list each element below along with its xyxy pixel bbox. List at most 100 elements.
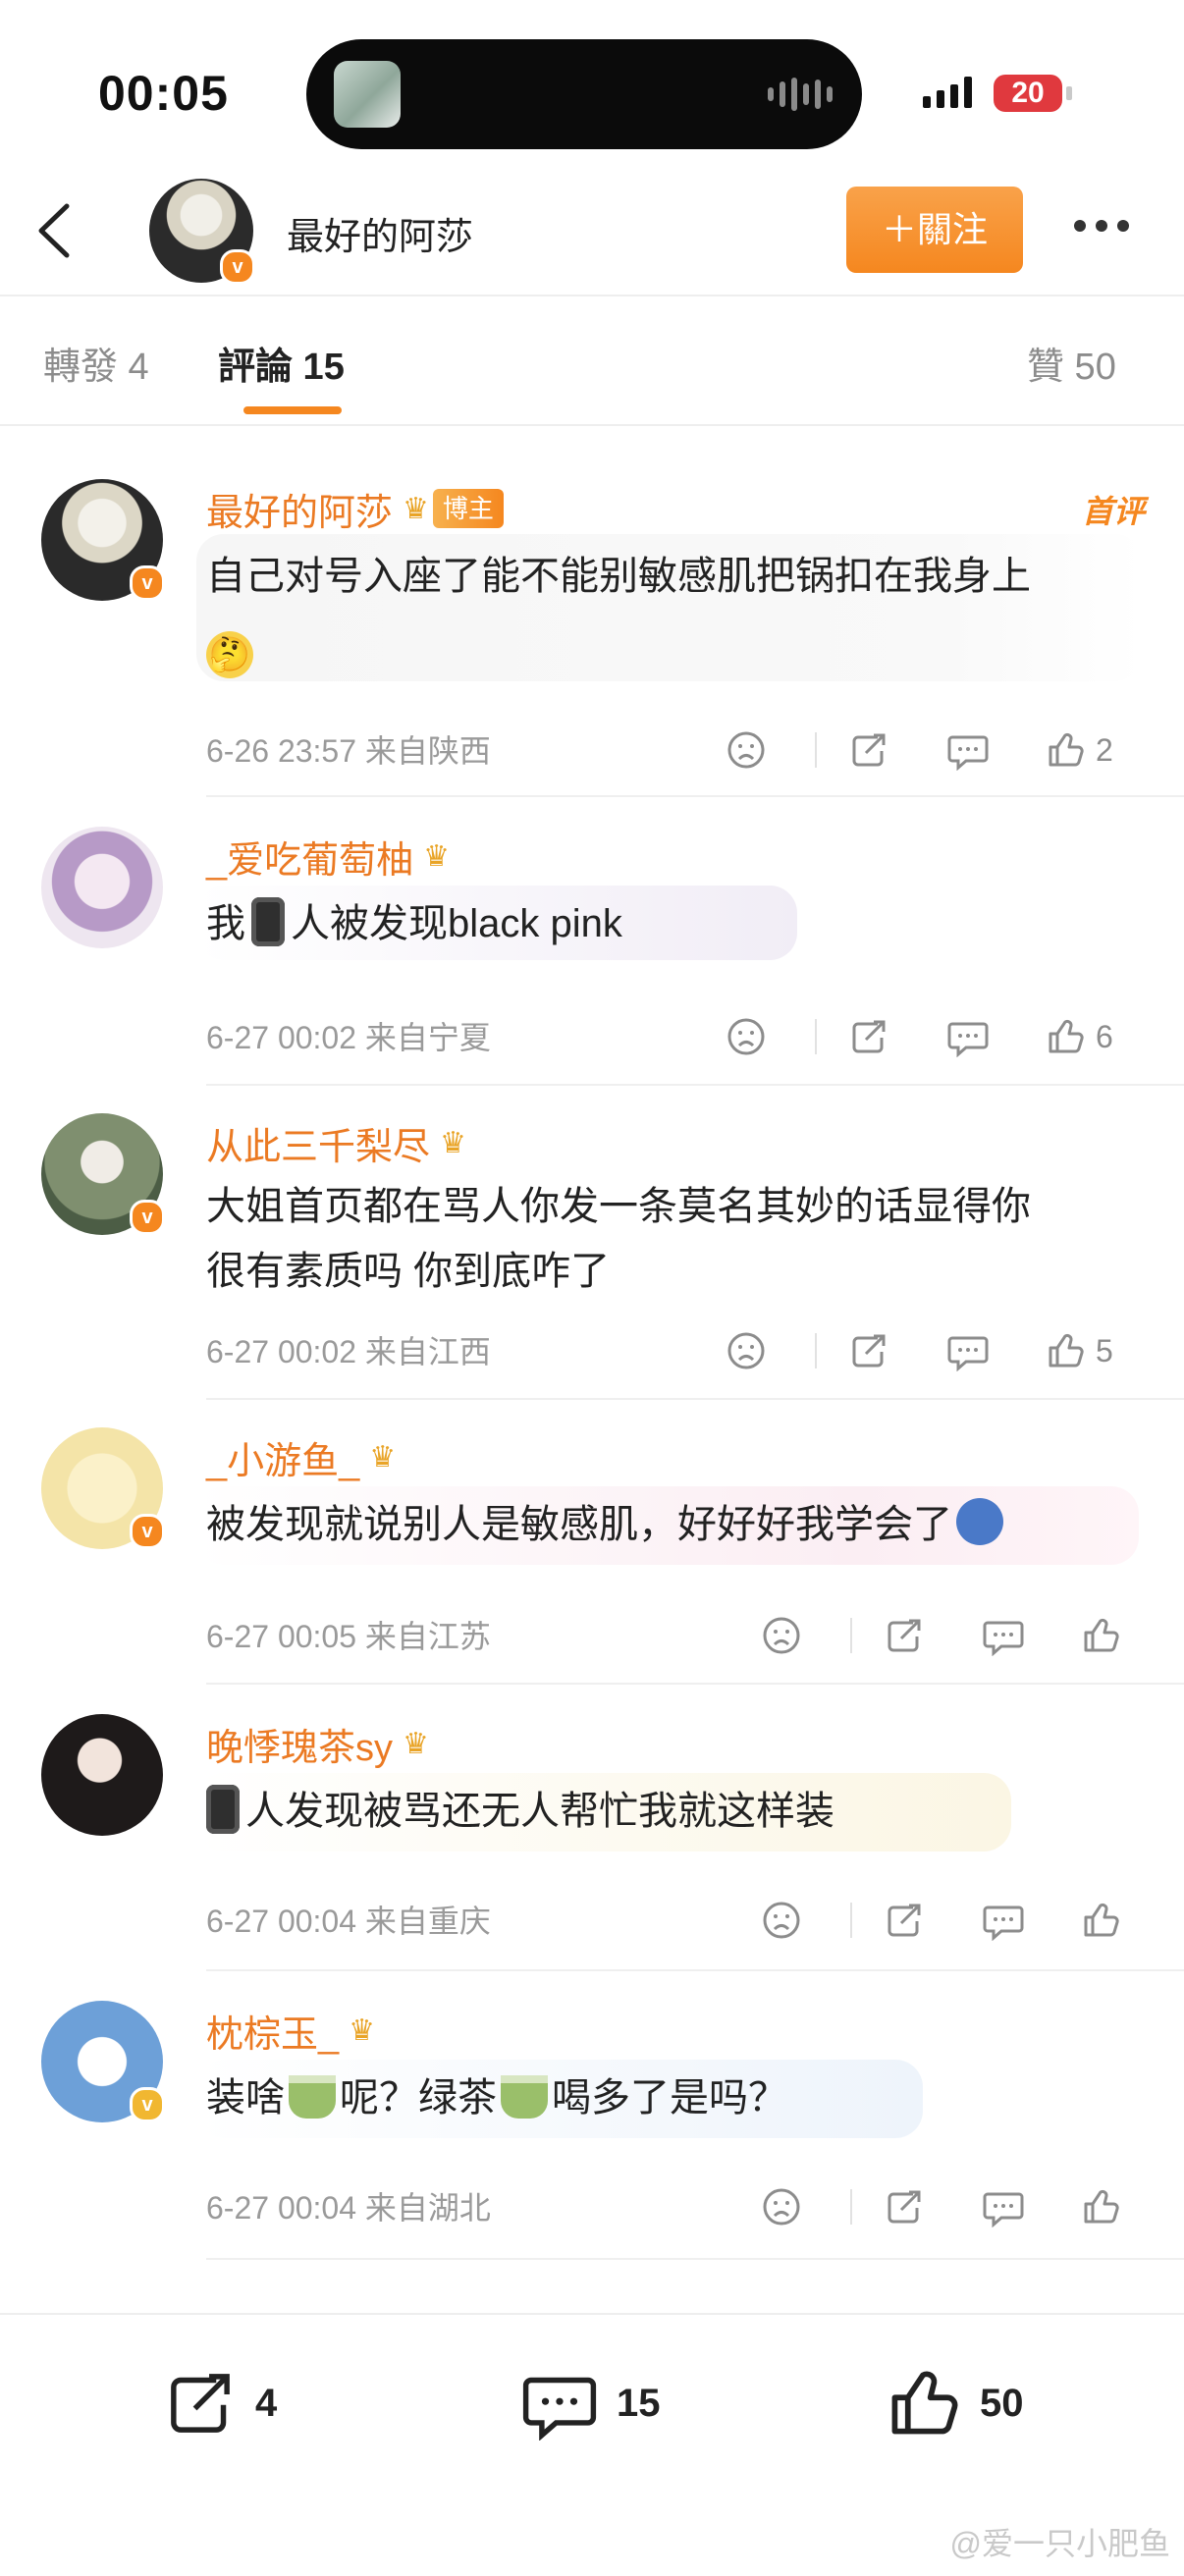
comment-meta: 6-27 00:04 来自重庆 xyxy=(206,1897,491,1942)
comment-date: 6-27 00:04 xyxy=(206,2190,357,2226)
frown-face-icon xyxy=(763,2188,800,2226)
like-button[interactable]: 5 xyxy=(1045,1321,1113,1380)
comment-date: 6-27 00:02 xyxy=(206,1334,357,1369)
commenter-name-row: 枕棕玉_ ♛ xyxy=(206,2001,375,2060)
comment-button[interactable]: 15 xyxy=(520,2354,661,2452)
comment-item: v 最好的阿莎 ♛ 博主 首评 自己对号入座了能不能别敏感肌把锅扣在我身上 🤔 … xyxy=(0,479,1184,793)
back-button[interactable] xyxy=(26,196,84,265)
dislike-button[interactable] xyxy=(762,2177,801,2236)
reply-button[interactable] xyxy=(982,1891,1025,1950)
crown-icon: ♛ xyxy=(349,2013,376,2047)
comment-meta: 6-27 00:05 来自江苏 xyxy=(206,1612,491,1657)
comment-bubble-icon xyxy=(947,1336,989,1371)
action-divider xyxy=(850,1618,852,1653)
battery-level: 20 xyxy=(994,75,1062,112)
frown-face-icon xyxy=(763,1617,800,1654)
dislike-button[interactable] xyxy=(727,721,766,779)
comment-item: v _小游鱼_ ♛ 被发现就说别人是敏感肌，好好好我学会了 6-27 00:05… xyxy=(0,1427,1184,1683)
commenter-name-row: 从此三千梨尽 ♛ xyxy=(206,1113,466,1172)
thumbs-up-icon xyxy=(1084,1903,1119,1937)
share-button[interactable] xyxy=(884,1891,925,1950)
share-button[interactable] xyxy=(848,1007,889,1066)
first-comment-tag: 首评 xyxy=(1081,494,1145,529)
crown-icon: ♛ xyxy=(440,1126,466,1159)
comment-divider xyxy=(206,1398,1184,1400)
commenter-name[interactable]: 最好的阿莎 xyxy=(206,482,393,536)
follow-button[interactable]: ＋關注 xyxy=(846,187,1023,273)
comment-location: 来自湖北 xyxy=(364,2190,491,2226)
dislike-button[interactable] xyxy=(762,1606,801,1665)
tab-comments[interactable]: 評論 15 xyxy=(218,336,345,390)
share-button[interactable] xyxy=(884,1606,925,1665)
reply-button[interactable] xyxy=(982,2177,1025,2236)
share-button[interactable] xyxy=(848,721,889,779)
more-dots-icon[interactable] xyxy=(1074,220,1129,232)
commenter-name[interactable]: _爱吃葡萄柚 xyxy=(206,830,413,884)
comment-actions: 2 xyxy=(727,721,1158,779)
battery-cap-icon xyxy=(1066,86,1072,100)
comment-actions xyxy=(762,1891,1184,1950)
chevron-left-icon xyxy=(38,203,70,258)
crown-icon: ♛ xyxy=(403,1727,429,1760)
commenter-name[interactable]: 枕棕玉_ xyxy=(206,2004,339,2058)
dislike-button[interactable] xyxy=(727,1321,766,1380)
comment-bubble-icon xyxy=(522,2377,597,2441)
share-button[interactable] xyxy=(848,1321,889,1380)
share-button[interactable] xyxy=(884,2177,925,2236)
comment-meta: 6-27 00:02 来自宁夏 xyxy=(206,1013,491,1058)
reply-button[interactable] xyxy=(982,1606,1025,1665)
like-count: 6 xyxy=(1096,1018,1113,1054)
comment-text: 我人被发现black pink xyxy=(206,889,622,958)
green-tea-emoji-icon xyxy=(289,2075,336,2119)
comment-meta: 6-27 00:04 来自湖北 xyxy=(206,2183,491,2228)
repost-button[interactable]: 4 xyxy=(163,2354,277,2452)
reply-button[interactable] xyxy=(946,1321,990,1380)
tab-repost[interactable]: 轉發 4 xyxy=(43,336,149,390)
commenter-name[interactable]: 从此三千梨尽 xyxy=(206,1116,430,1170)
comment-count: 15 xyxy=(617,2381,661,2425)
share-icon xyxy=(888,2190,921,2224)
comment-date: 6-26 23:57 xyxy=(206,733,357,769)
like-button[interactable] xyxy=(1080,1606,1131,1665)
comment-actions xyxy=(762,1606,1184,1665)
commenter-name[interactable]: _小游鱼_ xyxy=(206,1430,359,1484)
active-tab-indicator xyxy=(243,406,342,414)
tab-likes[interactable]: 贊 50 xyxy=(1027,336,1116,390)
like-post-button[interactable]: 50 xyxy=(884,2354,1024,2452)
dislike-button[interactable] xyxy=(727,1007,766,1066)
like-button[interactable] xyxy=(1080,1891,1131,1950)
like-button[interactable]: 2 xyxy=(1045,721,1113,779)
dynamic-island[interactable] xyxy=(306,39,862,149)
commenter-name-row: 最好的阿莎 ♛ 博主 xyxy=(206,479,504,538)
commenter-name[interactable]: 晚悸瑰茶sy xyxy=(206,1717,393,1771)
verified-badge-icon: v xyxy=(220,249,255,285)
comment-text: 被发现就说别人是敏感肌，好好好我学会了 xyxy=(206,1490,1003,1559)
author-name[interactable]: 最好的阿莎 xyxy=(287,206,473,260)
thinking-emoji-icon: 🤔 xyxy=(206,631,253,678)
thumbs-up-icon xyxy=(1084,1618,1119,1652)
like-count: 2 xyxy=(1096,731,1113,768)
like-button[interactable]: 6 xyxy=(1045,1007,1113,1066)
smartwatch-emoji-icon xyxy=(206,1785,240,1834)
comment-meta: 6-27 00:02 来自江西 xyxy=(206,1327,491,1372)
commenter-name-row: _爱吃葡萄柚 ♛ xyxy=(206,827,450,886)
comment-divider xyxy=(206,1969,1184,1971)
comment-bubble-icon xyxy=(983,2192,1024,2227)
reply-button[interactable] xyxy=(946,721,990,779)
comment-location: 来自江西 xyxy=(364,1334,491,1369)
commenter-avatar[interactable] xyxy=(41,827,163,948)
comment-location: 来自重庆 xyxy=(364,1904,491,1939)
comment-text-line2: 很有素质吗 你到底咋了 xyxy=(206,1250,611,1293)
status-time: 00:05 xyxy=(98,66,229,121)
dislike-button[interactable] xyxy=(762,1891,801,1950)
like-count: 50 xyxy=(980,2381,1024,2425)
like-count: 5 xyxy=(1096,1332,1113,1368)
frown-face-icon xyxy=(727,1332,765,1369)
thumbs-up-icon xyxy=(1049,1019,1084,1053)
comment-bubble-icon xyxy=(947,735,989,771)
share-icon xyxy=(171,2374,230,2433)
commenter-avatar[interactable] xyxy=(41,1714,163,1836)
reply-button[interactable] xyxy=(946,1007,990,1066)
comment-bubble-icon xyxy=(947,1022,989,1057)
like-button[interactable] xyxy=(1080,2177,1131,2236)
